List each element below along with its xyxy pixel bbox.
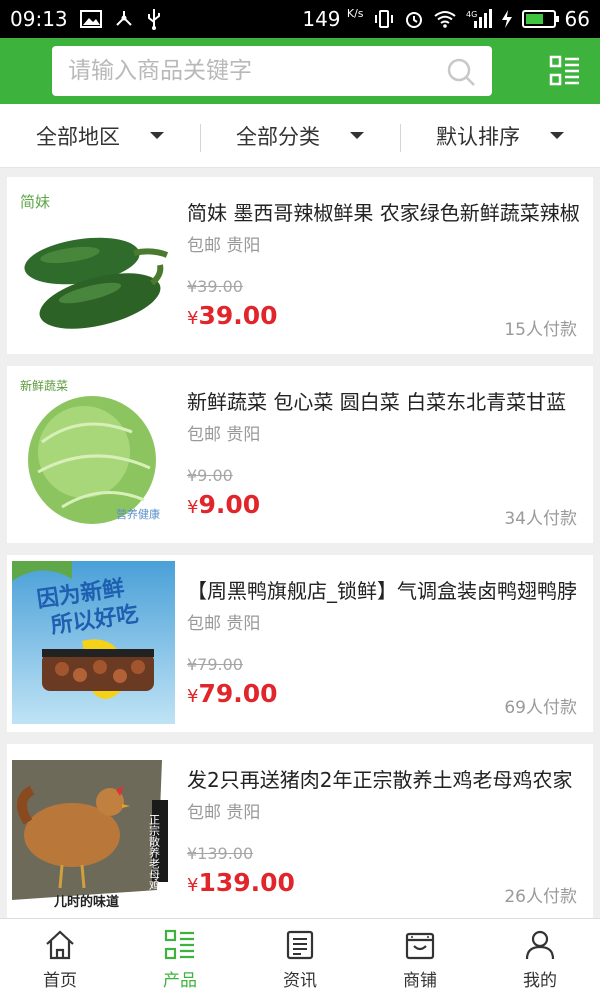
product-title[interactable]: 【周黑鸭旗舰店_锁鲜】气调盒装卤鸭翅鸭脖 bbox=[187, 575, 583, 604]
network-speed: 149 K/s bbox=[302, 7, 364, 31]
search-bar[interactable] bbox=[52, 46, 492, 96]
svg-text:儿时的味道: 儿时的味道 bbox=[53, 894, 119, 910]
product-price: ¥9.00 bbox=[187, 490, 261, 519]
svg-text:简妹: 简妹 bbox=[20, 193, 50, 211]
status-time: 09:13 bbox=[10, 7, 68, 31]
product-original-price: ¥39.00 bbox=[187, 277, 243, 296]
filter-label: 全部分类 bbox=[236, 124, 320, 149]
signal-icon: 4G bbox=[466, 9, 492, 29]
list-icon bbox=[164, 929, 194, 960]
home-icon bbox=[46, 930, 74, 960]
filter-sort[interactable]: 默认排序 bbox=[400, 104, 600, 167]
alarm-icon bbox=[404, 9, 424, 29]
product-image-duck: 因为新鲜 所以好吃 bbox=[12, 561, 175, 724]
user-icon bbox=[525, 930, 555, 960]
product-sales-count: 34人付款 bbox=[504, 509, 577, 529]
product-image-chicken: 正宗散养老母鸡 儿时的味道 bbox=[12, 750, 175, 913]
product-sales-count: 15人付款 bbox=[504, 320, 577, 340]
battery-icon bbox=[521, 10, 559, 28]
tab-label: 商铺 bbox=[403, 971, 437, 991]
product-original-price: ¥9.00 bbox=[187, 466, 233, 485]
product-shipping: 包邮 贵阳 bbox=[187, 614, 261, 634]
tab-label: 资讯 bbox=[283, 971, 317, 991]
svg-text:4G: 4G bbox=[466, 10, 477, 19]
product-card[interactable]: 正宗散养老母鸡 儿时的味道 发2只再送猪肉2年正宗散养土鸡老母鸡农家 包邮 贵阳… bbox=[7, 744, 593, 918]
svg-text:营养健康: 营养健康 bbox=[116, 507, 160, 521]
filter-label: 默认排序 bbox=[436, 124, 520, 149]
charging-icon bbox=[501, 9, 513, 29]
bottom-tab-bar: 首页 产品 资讯 商铺 我的 bbox=[0, 918, 600, 1000]
tab-profile[interactable]: 我的 bbox=[480, 919, 600, 1000]
caret-down-icon bbox=[350, 132, 364, 139]
tab-products[interactable]: 产品 bbox=[120, 919, 240, 1000]
product-original-price: ¥79.00 bbox=[187, 655, 243, 674]
filter-region[interactable]: 全部地区 bbox=[0, 104, 200, 167]
tab-shops[interactable]: 商铺 bbox=[360, 919, 480, 1000]
product-shipping: 包邮 贵阳 bbox=[187, 236, 261, 256]
product-original-price: ¥139.00 bbox=[187, 844, 254, 863]
svg-text:新鲜蔬菜: 新鲜蔬菜 bbox=[20, 378, 68, 393]
caret-down-icon bbox=[550, 132, 564, 139]
product-card[interactable]: 新鲜蔬菜 营养健康 新鲜蔬菜 包心菜 圆白菜 白菜东北青菜甘蓝 包邮 贵阳 ¥9… bbox=[7, 366, 593, 543]
product-price: ¥39.00 bbox=[187, 301, 278, 330]
filter-label: 全部地区 bbox=[36, 124, 120, 149]
share-notification-icon bbox=[114, 9, 134, 29]
tab-home[interactable]: 首页 bbox=[0, 919, 120, 1000]
product-card[interactable]: 因为新鲜 所以好吃 【周黑鸭旗舰店_锁鲜】气调盒装卤鸭翅鸭脖 包邮 贵阳 ¥79… bbox=[7, 555, 593, 732]
vibrate-icon bbox=[373, 9, 395, 29]
product-shipping: 包邮 贵阳 bbox=[187, 803, 261, 823]
usb-icon bbox=[146, 8, 162, 30]
product-price: ¥139.00 bbox=[187, 868, 295, 897]
filter-bar: 全部地区 全部分类 默认排序 bbox=[0, 104, 600, 168]
product-sales-count: 69人付款 bbox=[504, 698, 577, 718]
search-icon[interactable] bbox=[446, 57, 476, 91]
product-sales-count: 26人付款 bbox=[504, 887, 577, 907]
product-card[interactable]: 简妹 简妹 墨西哥辣椒鲜果 农家绿色新鲜蔬菜辣椒 包邮 贵阳 ¥39.00 ¥3… bbox=[7, 177, 593, 354]
search-input[interactable] bbox=[68, 58, 476, 84]
svg-text:正宗散养老母鸡: 正宗散养老母鸡 bbox=[148, 814, 161, 892]
product-title[interactable]: 新鲜蔬菜 包心菜 圆白菜 白菜东北青菜甘蓝 bbox=[187, 386, 583, 415]
tab-label: 产品 bbox=[163, 971, 197, 991]
battery-percent: 66 bbox=[564, 7, 590, 31]
wifi-icon bbox=[433, 10, 457, 28]
product-price: ¥79.00 bbox=[187, 679, 278, 708]
product-title[interactable]: 发2只再送猪肉2年正宗散养土鸡老母鸡农家 bbox=[187, 764, 583, 793]
product-title[interactable]: 简妹 墨西哥辣椒鲜果 农家绿色新鲜蔬菜辣椒 bbox=[187, 197, 583, 226]
image-notification-icon bbox=[79, 10, 102, 28]
top-header bbox=[0, 38, 600, 104]
shop-icon bbox=[405, 932, 435, 960]
filter-category[interactable]: 全部分类 bbox=[200, 104, 400, 167]
product-image-cabbage: 新鲜蔬菜 营养健康 bbox=[12, 372, 175, 535]
product-image-pepper: 简妹 bbox=[12, 183, 175, 346]
category-menu-icon[interactable] bbox=[548, 54, 582, 88]
product-shipping: 包邮 贵阳 bbox=[187, 425, 261, 445]
product-list: 简妹 简妹 墨西哥辣椒鲜果 农家绿色新鲜蔬菜辣椒 包邮 贵阳 ¥39.00 ¥3… bbox=[0, 168, 600, 918]
tab-label: 首页 bbox=[43, 971, 77, 991]
tab-news[interactable]: 资讯 bbox=[240, 919, 360, 1000]
status-bar: 09:13 149 K/s 4G 66 bbox=[0, 0, 600, 38]
news-icon bbox=[286, 930, 314, 960]
caret-down-icon bbox=[150, 132, 164, 139]
tab-label: 我的 bbox=[523, 971, 557, 991]
